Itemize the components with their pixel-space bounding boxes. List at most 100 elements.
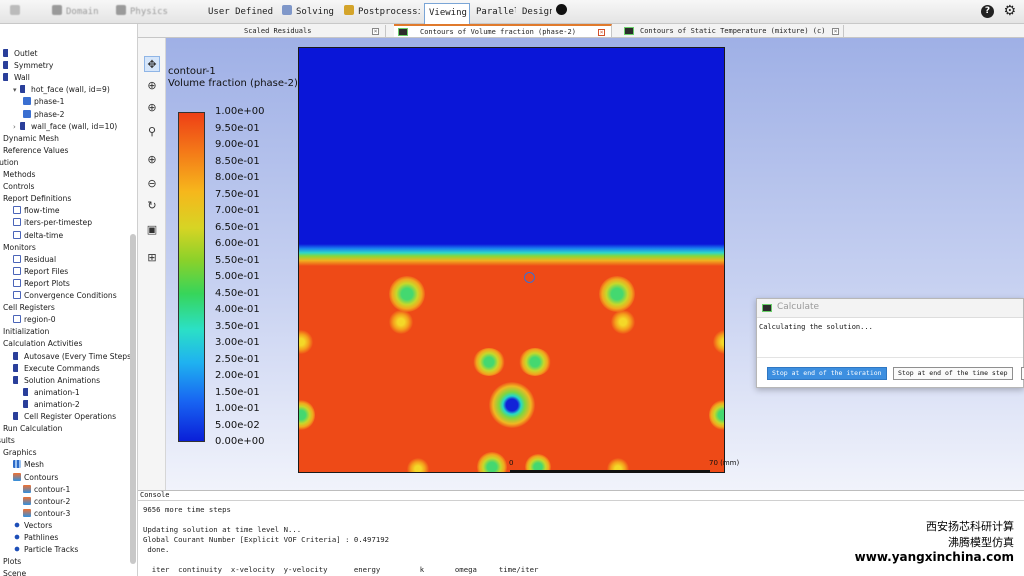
tree-item[interactable]: Calculation Activities: [3, 338, 82, 350]
scale-bar: [510, 470, 710, 473]
tree-item-label: Mesh: [24, 460, 44, 470]
close-icon[interactable]: ×: [598, 29, 605, 36]
tree-item[interactable]: Execute Commands: [13, 363, 100, 375]
display-options-icon[interactable]: ▣: [144, 222, 160, 238]
tree-item[interactable]: Cell Registers: [3, 302, 55, 314]
tree-item[interactable]: Autosave (Every Time Steps): [13, 351, 134, 363]
tree-item[interactable]: sults: [0, 435, 15, 447]
tree-item[interactable]: Reference Values: [3, 145, 68, 157]
close-icon[interactable]: ×: [372, 28, 379, 35]
contour-quantity: Volume fraction (phase-2): [168, 78, 298, 89]
tree-item[interactable]: animation-2: [23, 399, 80, 411]
ribbon-tab-solving[interactable]: Solving: [278, 3, 336, 21]
probe-marker-icon[interactable]: [524, 272, 535, 283]
chevron-down-icon[interactable]: ▾: [13, 84, 20, 96]
tree-item[interactable]: Report Files: [13, 266, 68, 278]
tree-item-label: animation-2: [34, 399, 80, 409]
tree-item[interactable]: Outlet: [3, 48, 38, 60]
zoom-to-fit-icon[interactable]: ⊕: [144, 78, 160, 94]
ribbon-tab-file[interactable]: [6, 3, 30, 21]
tree-item[interactable]: flow-time: [13, 205, 60, 217]
tree-item[interactable]: contour-3: [23, 508, 70, 520]
tree-item[interactable]: Monitors: [3, 242, 36, 254]
flag-icon: [23, 399, 31, 408]
ribbon-tab-user-defined[interactable]: User Defined: [204, 3, 274, 21]
chevron-right-icon[interactable]: ›: [13, 121, 20, 133]
tree-item[interactable]: Methods: [3, 169, 35, 181]
tree-item-label: contour-1: [34, 484, 71, 494]
tree-item[interactable]: Solution Animations: [13, 375, 100, 387]
tree-scrollbar[interactable]: [130, 234, 136, 564]
tree-item[interactable]: contour-2: [23, 496, 70, 508]
tree-item[interactable]: Mesh: [13, 459, 44, 471]
tree-item[interactable]: lution: [0, 157, 18, 169]
tree-item[interactable]: › wall_face (wall, id=10): [13, 121, 117, 133]
tab-scaled-residuals[interactable]: Scaled Residuals ×: [138, 25, 386, 38]
ribbon-tab-parallel[interactable]: Parallel: [472, 3, 516, 21]
dialog-titlebar[interactable]: Calculate: [757, 299, 1023, 318]
tree-item[interactable]: Symmetry: [3, 60, 53, 72]
tree-item[interactable]: Contours: [13, 472, 58, 484]
zoom-in-icon[interactable]: ⊕: [144, 100, 160, 116]
ribbon-tab-design[interactable]: Design: [518, 3, 552, 21]
console-line: Updating solution at time level N...: [143, 525, 302, 534]
theme-toggle-icon[interactable]: [556, 4, 567, 15]
tree-item[interactable]: Initialization: [3, 326, 49, 338]
tab-static-temperature-contour[interactable]: Contours of Static Temperature (mixture)…: [618, 25, 844, 38]
pointer-tool-icon[interactable]: ✥: [144, 56, 160, 72]
graphics-window-icon: [624, 27, 634, 35]
tree-item[interactable]: Controls: [3, 181, 34, 193]
rotate-tool-icon[interactable]: ↻: [144, 198, 160, 214]
ribbon-tab-postprocessing[interactable]: Postprocessing: [340, 3, 420, 21]
tree-item[interactable]: Pathlines: [13, 532, 58, 544]
help-icon[interactable]: ?: [981, 5, 994, 18]
tree-item[interactable]: contour-1: [23, 484, 70, 496]
tree-item[interactable]: Dynamic Mesh: [3, 133, 59, 145]
tree-item[interactable]: Graphics: [3, 447, 37, 459]
divider: [757, 357, 1023, 358]
colorbar-tick-label: 8.00e-01: [215, 172, 260, 183]
tree-item-label: sults: [0, 436, 15, 446]
tree-item[interactable]: delta-time: [13, 230, 63, 242]
tree-item[interactable]: Scene: [3, 568, 26, 576]
tree-item[interactable]: Residual: [13, 254, 56, 266]
tree-item[interactable]: region-0: [13, 314, 56, 326]
zoom-out-icon[interactable]: ⊖: [144, 176, 160, 192]
tree-item-label: flow-time: [24, 206, 60, 216]
doc-icon: [13, 230, 21, 239]
tree-item[interactable]: ▾ hot_face (wall, id=9): [13, 84, 110, 96]
tree-item[interactable]: Particle Tracks: [13, 544, 78, 556]
tree-item[interactable]: Vectors: [13, 520, 52, 532]
tree-item[interactable]: Convergence Conditions: [13, 290, 117, 302]
tree-item-label: Report Files: [24, 266, 69, 276]
tree-item[interactable]: Report Plots: [13, 278, 70, 290]
img-icon: [23, 484, 31, 493]
tree-item[interactable]: iters-per-timestep: [13, 217, 92, 229]
ribbon-tab-domain[interactable]: Domain: [48, 3, 108, 21]
graphics-viewport[interactable]: contour-1 Volume fraction (phase-2) 1.00…: [166, 38, 1024, 490]
close-icon[interactable]: ×: [832, 28, 839, 35]
tree-item[interactable]: Run Calculation: [3, 423, 62, 435]
gear-icon[interactable]: ⚙: [1003, 4, 1016, 18]
stop-timestep-button[interactable]: Stop at end of the time step: [893, 367, 1013, 380]
zoom-box-icon[interactable]: ⊕: [144, 152, 160, 168]
tree-item[interactable]: animation-1: [23, 387, 80, 399]
contour-plot[interactable]: [298, 47, 725, 473]
tree-item[interactable]: phase-2: [23, 109, 65, 121]
bubble: [599, 276, 635, 312]
tree-item[interactable]: Report Definitions: [3, 193, 71, 205]
tree-item[interactable]: Wall: [3, 72, 30, 84]
probe-tool-icon[interactable]: ⚲: [144, 124, 160, 140]
ribbon-tab-viewing[interactable]: Viewing: [424, 3, 470, 24]
console-line: iter continuity x-velocity y-velocity en…: [143, 565, 539, 574]
stop-iteration-button[interactable]: Stop at end of the iteration: [767, 367, 887, 380]
tree-item[interactable]: Plots: [3, 556, 21, 568]
tab-volume-fraction-contour[interactable]: Contours of Volume fraction (phase-2) ×: [394, 24, 612, 37]
ribbon-tab-physics[interactable]: Physics: [112, 3, 200, 21]
tree-item[interactable]: Cell Register Operations: [13, 411, 116, 423]
tree-item-label: delta-time: [24, 230, 64, 240]
tree-item[interactable]: phase-1: [23, 96, 65, 108]
grid-icon: [13, 460, 21, 469]
view-menu-icon[interactable]: ⊞: [144, 250, 160, 266]
ribbon-toolbar: Domain Physics User Defined Solving Post…: [0, 0, 1024, 24]
